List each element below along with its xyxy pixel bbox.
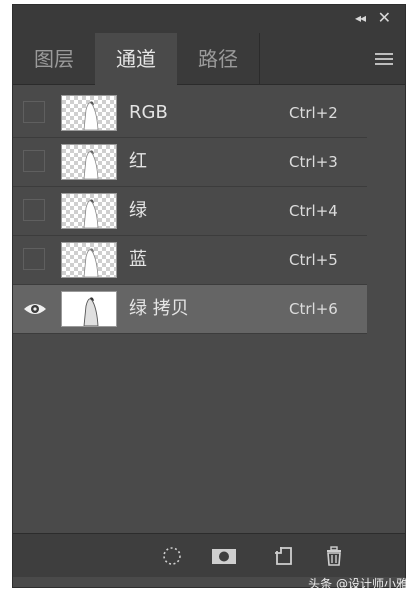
channel-row-blue[interactable]: 蓝 Ctrl+5	[13, 236, 367, 285]
panel-tabs: 图层 通道 路径	[13, 33, 405, 86]
tab-layers[interactable]: 图层	[13, 33, 95, 85]
mask-icon[interactable]	[211, 545, 237, 567]
new-channel-icon[interactable]	[273, 545, 295, 567]
channel-thumbnail	[61, 291, 117, 327]
trash-icon[interactable]	[323, 545, 345, 567]
channel-row-rgb[interactable]: RGB Ctrl+2	[13, 89, 367, 138]
visibility-toggle[interactable]	[23, 199, 45, 221]
channels-panel: ◂◂ ✕ 图层 通道 路径 RGB Ctrl+2 红 Ctrl+3 绿 Ctrl…	[12, 4, 406, 588]
watermark: 头条 @设计师小雅	[308, 577, 408, 591]
close-icon[interactable]: ✕	[378, 8, 391, 27]
channel-name: 蓝	[129, 249, 147, 270]
channel-thumbnail	[61, 144, 117, 180]
channel-shortcut: Ctrl+5	[289, 251, 338, 269]
channel-thumbnail	[61, 242, 117, 278]
visibility-toggle[interactable]	[23, 248, 45, 270]
tab-paths[interactable]: 路径	[177, 33, 260, 85]
channel-row-green[interactable]: 绿 Ctrl+4	[13, 187, 367, 236]
channel-name: 绿 拷贝	[129, 298, 189, 319]
panel-bottom-toolbar	[13, 533, 405, 577]
channel-shortcut: Ctrl+3	[289, 153, 338, 171]
channel-name: 绿	[129, 200, 147, 221]
channel-name: 红	[129, 151, 147, 172]
panel-title-bar: ◂◂ ✕	[13, 5, 405, 33]
tab-channels[interactable]: 通道	[95, 33, 177, 86]
channel-row-green-copy[interactable]: 绿 拷贝 Ctrl+6	[13, 285, 367, 334]
channel-list: RGB Ctrl+2 红 Ctrl+3 绿 Ctrl+4 蓝 Ctrl+5 绿 …	[13, 89, 367, 334]
channel-name: RGB	[129, 102, 168, 123]
channel-row-red[interactable]: 红 Ctrl+3	[13, 138, 367, 187]
panel-menu-icon[interactable]	[375, 53, 393, 65]
visibility-toggle[interactable]	[23, 101, 45, 123]
channel-thumbnail	[61, 193, 117, 229]
channel-shortcut: Ctrl+6	[289, 300, 338, 318]
selection-icon[interactable]	[161, 545, 183, 567]
collapse-icon[interactable]: ◂◂	[355, 11, 366, 25]
channel-shortcut: Ctrl+2	[289, 104, 338, 122]
channel-shortcut: Ctrl+4	[289, 202, 338, 220]
visibility-toggle[interactable]	[23, 150, 45, 172]
channel-thumbnail	[61, 95, 117, 131]
eye-icon[interactable]	[23, 299, 47, 319]
